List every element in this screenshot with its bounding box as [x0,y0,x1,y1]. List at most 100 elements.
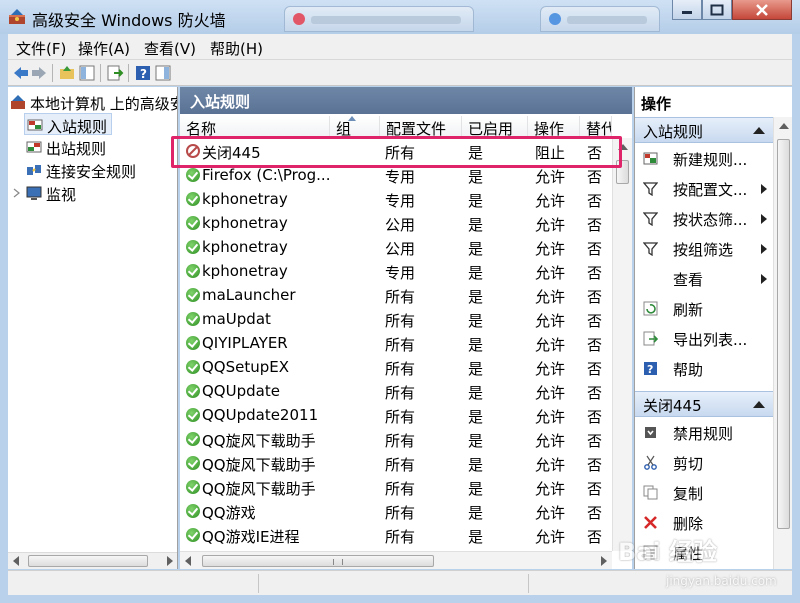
show-tree-icon[interactable] [78,64,96,82]
action-label: 导出列表... [673,331,748,349]
rule-row[interactable]: maLauncher 所有 是 允许 否 [180,283,612,307]
tree-horizontal-scrollbar[interactable] [8,552,177,569]
rule-row[interactable]: QQ旋风下载助手 所有 是 允许 否 [180,451,612,475]
actions-section-inbound-rules[interactable]: 入站规则 [635,117,773,143]
action-item[interactable]: 按配置文... [635,175,773,203]
action-label: 按配置文... [673,181,748,199]
rule-name: QQ旋风下载助手 [202,480,316,498]
expand-arrow-icon[interactable] [12,185,22,201]
action-label: 帮助 [673,361,704,379]
rule-row[interactable]: kphonetray 公用 是 允许 否 [180,211,612,235]
tree-root[interactable]: 本地计算机 上的高级安全 [10,91,177,113]
rules-horizontal-scrollbar[interactable] [180,551,612,569]
rule-row[interactable]: QQSetupEX 所有 是 允许 否 [180,355,612,379]
rule-profile: 所有 [385,384,416,402]
action-item[interactable]: ? 帮助 [635,355,773,383]
up-folder-icon[interactable] [58,64,76,82]
tree-item-label: 连接安全规则 [46,163,137,181]
background-tab [284,6,474,32]
firewall-icon [11,95,25,109]
rule-name: Firefox (C:\Prog... [202,166,330,184]
actions-section-selected-rule[interactable]: 关闭445 [635,391,773,417]
column-name[interactable]: 名称 [180,116,330,138]
tree-root-label: 本地计算机 上的高级安全 [30,95,177,113]
action-item[interactable]: 刷新 [635,295,773,323]
rule-row[interactable]: QQ旋风下载助手 所有 是 允许 否 [180,475,612,499]
rule-row[interactable]: QQ游戏IE进程 所有 是 允许 否 [180,523,612,547]
back-arrow-icon[interactable] [12,64,30,82]
rule-row[interactable]: kphonetray 公用 是 允许 否 [180,235,612,259]
watermark-sub: jingyan.baidu.com [666,574,777,588]
rule-profile: 所有 [385,480,416,498]
title-bar[interactable]: 高级安全 Windows 防火墙 [0,0,800,34]
rule-name: QQUpdate2011 [202,406,319,424]
show-action-pane-icon[interactable] [154,64,172,82]
rule-action: 允许 [535,192,566,210]
tree-item-connection-security-rules[interactable]: 连接安全规则 [24,159,174,181]
rule-row[interactable]: QQ旋风下载助手 所有 是 允许 否 [180,427,612,451]
column-override[interactable]: 替代 [580,116,612,138]
rule-row[interactable]: QQUpdate2011 所有 是 允许 否 [180,403,612,427]
rule-override: 否 [587,192,603,210]
collapse-icon[interactable] [753,127,765,134]
rule-name: maLauncher [202,286,296,304]
firewall-app-icon [9,9,25,24]
rule-profile: 所有 [385,408,416,426]
svg-text:?: ? [140,67,147,81]
maximize-button[interactable] [702,0,732,20]
column-action[interactable]: 操作 [528,116,580,138]
action-item[interactable]: 新建规则... [635,145,773,173]
action-item[interactable]: 按状态筛... [635,205,773,233]
menu-view[interactable]: 查看(V) [144,38,196,59]
rule-action: 允许 [535,432,566,450]
connection-security-icon [27,165,41,175]
rule-action: 允许 [535,456,566,474]
rule-override: 否 [587,168,603,186]
rule-action: 允许 [535,216,566,234]
inbound-rules-icon [27,119,43,131]
action-item[interactable]: 导出列表... [635,325,773,353]
rule-row[interactable]: QIYIPLAYER 所有 是 允许 否 [180,331,612,355]
rule-enabled: 是 [468,408,484,426]
menu-file[interactable]: 文件(F) [16,38,66,59]
collapse-icon[interactable] [753,401,765,408]
menu-action[interactable]: 操作(A) [78,38,130,59]
tree-item-monitoring[interactable]: 监视 [12,182,162,204]
export-icon[interactable] [106,64,124,82]
tree-item-inbound-rules[interactable]: 入站规则 [24,113,112,136]
column-enabled[interactable]: 已启用 [462,116,528,138]
column-header-row: 名称 组 配置文件 已启用 操作 替代 [180,116,612,138]
rule-row[interactable]: kphonetray 专用 是 允许 否 [180,259,612,283]
rule-action: 允许 [535,480,566,498]
tree-item-outbound-rules[interactable]: 出站规则 [24,136,174,158]
action-item[interactable]: 禁用规则 [635,419,773,447]
actions-vertical-scrollbar[interactable] [773,117,792,569]
action-item[interactable]: 按组筛选 [635,235,773,263]
allow-rule-icon [186,216,200,230]
rules-pane-title: 入站规则 [190,93,251,111]
minimize-button[interactable] [672,0,702,20]
rule-action: 允许 [535,240,566,258]
rule-action: 允许 [535,264,566,282]
rule-row[interactable]: QQ游戏 所有 是 允许 否 [180,499,612,523]
action-item[interactable]: 剪切 [635,449,773,477]
rule-enabled: 是 [468,264,484,282]
help-icon[interactable]: ? [134,64,152,82]
rule-row[interactable]: QQUpdate 所有 是 允许 否 [180,379,612,403]
rules-vertical-scrollbar[interactable] [612,138,632,551]
action-label: 禁用规则 [673,425,734,443]
rule-row[interactable]: kphonetray 专用 是 允许 否 [180,187,612,211]
rule-profile: 所有 [385,288,416,306]
action-item[interactable]: 复制 [635,479,773,507]
highlight-box [171,136,622,168]
column-profile[interactable]: 配置文件 [380,116,462,138]
filter-icon [643,212,658,226]
allow-rule-icon [186,480,200,494]
actions-title: 操作 [641,95,672,113]
window-title: 高级安全 Windows 防火墙 [32,11,226,30]
menu-help[interactable]: 帮助(H) [210,38,263,59]
rule-row[interactable]: maUpdat 所有 是 允许 否 [180,307,612,331]
close-button[interactable] [732,0,792,20]
action-item[interactable]: 查看 [635,265,773,293]
forward-arrow-icon[interactable] [30,64,48,82]
